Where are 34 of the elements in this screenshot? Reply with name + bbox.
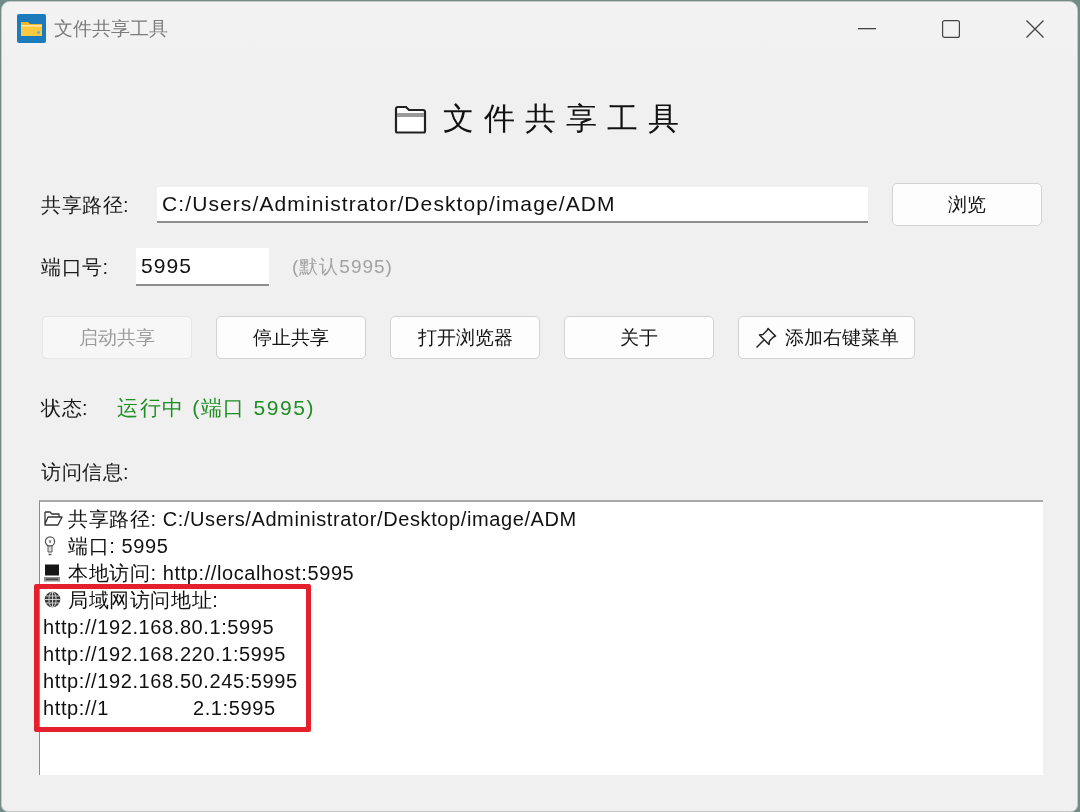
- info-line: 端口: 5995: [68, 533, 169, 558]
- url-text: 2.1:5995: [192, 695, 276, 720]
- bulb-icon: [44, 535, 56, 556]
- info-line: 共享路径: C:/Users/Administrator/Desktop/image/ADM: [68, 506, 577, 531]
- minimize-icon: [858, 27, 876, 30]
- computer-icon: [44, 563, 60, 582]
- action-button[interactable]: 停止共享: [216, 316, 366, 359]
- access-info-label: 访问信息:: [41, 460, 130, 484]
- url-text: http://192.168.80.1:5995: [43, 614, 275, 639]
- action-button[interactable]: 关于: [564, 316, 714, 359]
- info-line: 局域网访问地址:: [68, 587, 219, 612]
- pushpin-icon: [754, 326, 777, 349]
- close-icon: [1026, 19, 1044, 38]
- action-button[interactable]: 打开浏览器: [390, 316, 540, 359]
- port-label: 端口号:: [41, 255, 110, 279]
- url-text: http://1: [43, 695, 109, 720]
- url-text: http://192.168.50.245:5995: [43, 668, 298, 693]
- folder-icon: [44, 510, 63, 527]
- app-heading: 文件共享工具: [442, 100, 689, 138]
- window-title: 文件共享工具: [54, 17, 168, 41]
- port-hint: (默认5995): [292, 255, 393, 279]
- status-label: 状态:: [41, 396, 90, 420]
- action-button[interactable]: 添加右键菜单: [738, 316, 915, 359]
- port-field[interactable]: 5995: [136, 248, 269, 286]
- folder-icon: [393, 104, 427, 134]
- url-text: http://192.168.220.1:5995: [43, 641, 286, 666]
- status-text: 运行中 (端口 5995): [117, 396, 316, 420]
- browse-button[interactable]: 浏览: [892, 183, 1042, 226]
- path-field[interactable]: C:/Users/Administrator/Desktop/image/ADM: [157, 186, 868, 223]
- globe-icon: [44, 591, 61, 608]
- path-label: 共享路径:: [41, 192, 131, 217]
- maximize-icon: [942, 19, 960, 38]
- info-line: 本地访问: http://localhost:5995: [68, 560, 355, 585]
- folder-app-icon: [17, 14, 46, 43]
